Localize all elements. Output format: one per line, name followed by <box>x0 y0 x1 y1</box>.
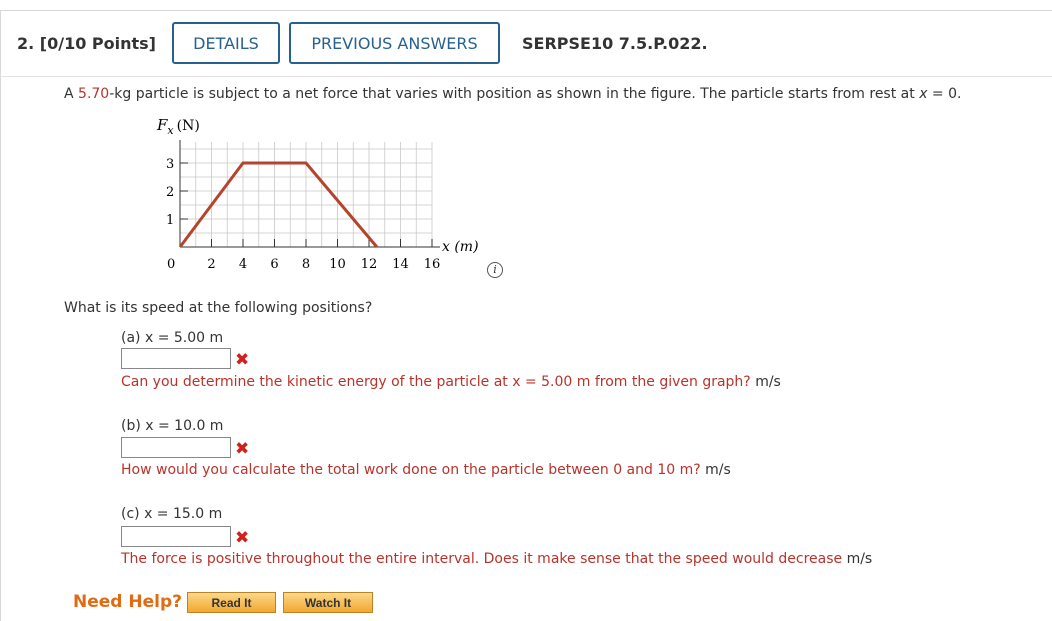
x-tick-label: 6 <box>270 257 278 272</box>
force-position-graph: Fx (N) x (m) 0 123 2 4 6 8 10 12 14 16 <box>156 116 479 272</box>
y-axis-label: Fx (N) <box>156 116 200 137</box>
incorrect-icon: ✖ <box>235 350 250 370</box>
part-a-feedback-text: Can you determine the kinetic energy of … <box>121 374 751 390</box>
problem-statement: A 5.70-kg particle is subject to a net f… <box>64 86 961 102</box>
y-tick-label: 2 <box>166 185 174 200</box>
origin-label: 0 <box>167 257 175 272</box>
need-help-label: Need Help? <box>73 592 182 612</box>
intro-equals-zero: = 0. <box>927 86 962 102</box>
y-tick-label: 1 <box>166 213 174 228</box>
info-icon[interactable]: i <box>487 262 503 278</box>
x-tick-label: 4 <box>239 257 247 272</box>
part-a-feedback: Can you determine the kinetic energy of … <box>121 374 781 390</box>
y-tick-labels: 1 2 3 <box>166 157 174 228</box>
intro-suffix: -kg particle is subject to a net force t… <box>109 86 920 102</box>
part-a-label: (a) x = 5.00 m <box>121 330 224 346</box>
x-tick-label: 8 <box>302 257 310 272</box>
part-c-answer-input[interactable] <box>121 526 231 547</box>
part-b-feedback-text: How would you calculate the total work d… <box>121 462 701 478</box>
x-tick-label: 14 <box>392 257 409 272</box>
watch-it-button[interactable]: Watch It <box>283 592 373 613</box>
x-tick-label: 10 <box>329 257 346 272</box>
incorrect-icon: ✖ <box>235 439 250 459</box>
previous-answers-button[interactable]: PREVIOUS ANSWERS <box>289 22 500 64</box>
question-prompt: What is its speed at the following posit… <box>64 300 373 316</box>
part-b-feedback: How would you calculate the total work d… <box>121 462 731 478</box>
x-tick-label: 2 <box>207 257 215 272</box>
question-header: 2. [0/10 Points] DETAILS PREVIOUS ANSWER… <box>0 12 1052 77</box>
part-c-label: (c) x = 15.0 m <box>121 506 223 522</box>
mass-value: 5.70 <box>78 86 110 102</box>
incorrect-icon: ✖ <box>235 528 250 548</box>
x-tick-labels: 2 4 6 8 10 12 14 16 <box>207 257 440 272</box>
part-c-feedback: The force is positive throughout the ent… <box>121 551 872 567</box>
read-it-button[interactable]: Read It <box>187 592 276 613</box>
part-c-units: m/s <box>846 551 873 567</box>
part-a-answer-input[interactable] <box>121 348 231 369</box>
question-code: SERPSE10 7.5.P.022. <box>522 34 708 53</box>
part-c-feedback-text: The force is positive throughout the ent… <box>121 551 843 567</box>
question-number: 2. [0/10 Points] <box>17 34 156 53</box>
part-a-units: m/s <box>755 374 781 390</box>
details-button[interactable]: DETAILS <box>172 22 280 64</box>
part-b-label: (b) x = 10.0 m <box>121 418 224 434</box>
x-axis-label: x (m) <box>442 239 479 255</box>
part-b-answer-input[interactable] <box>121 437 231 458</box>
intro-prefix: A <box>64 86 79 102</box>
x-tick-label: 12 <box>361 257 378 272</box>
part-b-units: m/s <box>705 462 731 478</box>
x-tick-label: 16 <box>424 257 441 272</box>
y-tick-label: 3 <box>166 157 174 172</box>
